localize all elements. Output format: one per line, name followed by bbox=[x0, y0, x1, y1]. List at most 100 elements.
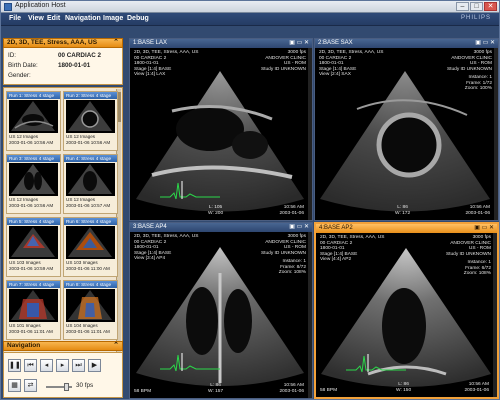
viewport-header: 4:BASE AP2 ▣ ▭ ✕ bbox=[316, 224, 497, 233]
minimize-button[interactable]: – bbox=[456, 2, 469, 11]
gender-label: Gender: bbox=[8, 72, 31, 79]
thumbnail-count: US 12 Images bbox=[9, 134, 39, 139]
fps-slider[interactable] bbox=[46, 383, 72, 391]
thumbnail-image bbox=[66, 100, 115, 133]
previous-frame-button[interactable]: ◂ bbox=[40, 359, 53, 372]
sync-button[interactable]: ⇄ bbox=[24, 379, 37, 392]
patient-id-row: ID: 00 CARDIAC 2 bbox=[8, 52, 101, 59]
ultrasound-image[interactable] bbox=[318, 234, 495, 396]
thumbnail-run-2[interactable]: Run 2: Stress 4 stage US 12 Images 2003-… bbox=[63, 91, 118, 151]
thumbnail-run-1[interactable]: Run 1: Stress 4 stage US 12 Images 2003-… bbox=[6, 91, 61, 151]
navigation-panel: ❚❚ ⏮ ◂ ▸ ⏭ ▶ ▦ ⇄ 30 fps bbox=[3, 352, 123, 398]
thumbnail-count: US 12 Images bbox=[9, 197, 39, 202]
menu-navigation[interactable]: Navigation bbox=[65, 15, 101, 22]
ecg-trace bbox=[346, 352, 406, 379]
overlay-bottom-center: L: 86 W: 172 bbox=[395, 205, 411, 216]
viewport-scrollbar[interactable] bbox=[308, 232, 312, 398]
patient-id: 00 CARDIAC 2 bbox=[58, 52, 102, 59]
thumbnail-title: Run 4: Stress 4 stage bbox=[64, 155, 117, 162]
thumbnail-count: US 12 Images bbox=[66, 134, 96, 139]
patient-header[interactable]: 2D, 3D, TEE, Stress, AAA, US ⌃ bbox=[3, 38, 123, 48]
menu-file[interactable]: File bbox=[9, 15, 21, 22]
navigation-header[interactable]: Navigation ⌃ bbox=[3, 341, 123, 351]
menu-debug[interactable]: Debug bbox=[127, 15, 149, 22]
viewport-header: 3:BASE AP4 ▣ ▭ ✕ bbox=[130, 223, 312, 232]
menu-view[interactable]: View bbox=[28, 15, 44, 22]
first-frame-button[interactable]: ⏮ bbox=[24, 359, 37, 372]
patient-info: ID: 00 CARDIAC 2 Birth Date: 1800-01-01 Ge… bbox=[3, 48, 123, 85]
viewport-window-controls[interactable]: ▣ ▭ ✕ bbox=[475, 39, 495, 48]
thumbnail-title: Run 2: Stress 4 stage bbox=[64, 92, 117, 99]
thumbnail-count: US 101 Images bbox=[9, 323, 41, 328]
viewport-scrollbar[interactable] bbox=[308, 48, 312, 220]
patient-header-label: 2D, 3D, TEE, Stress, AAA, US bbox=[7, 39, 98, 46]
app-icon bbox=[4, 3, 12, 11]
viewport-window-controls[interactable]: ▣ ▭ ✕ bbox=[289, 223, 309, 232]
next-frame-button[interactable]: ▸ bbox=[56, 359, 69, 372]
layout-button[interactable]: ▦ bbox=[8, 379, 21, 392]
viewport-2[interactable]: 2:BASE SAX ▣ ▭ ✕ 2D, 3D, TEE, Stress, AAA… bbox=[314, 38, 499, 221]
ultrasound-image[interactable] bbox=[132, 233, 308, 397]
overlay-bottom-right: 10:56 AM 2003-01-06 bbox=[279, 205, 304, 216]
menu-image[interactable]: Image bbox=[103, 15, 123, 22]
fps-value: 30 fps bbox=[76, 382, 94, 389]
thumbnail-date: 2003-01-06 10:57 AM bbox=[66, 203, 111, 208]
cine-loop-button[interactable]: ▶ bbox=[88, 359, 101, 372]
thumbnail-image bbox=[9, 100, 58, 133]
ecg-trace bbox=[160, 351, 220, 378]
viewport-scrollbar[interactable] bbox=[494, 48, 498, 220]
thumbnail-image bbox=[9, 289, 58, 322]
viewport-header: 2:BASE SAX ▣ ▭ ✕ bbox=[315, 39, 498, 48]
collapse-icon[interactable]: ⌃ bbox=[113, 342, 119, 350]
overlay-bottom-right: 10:56 AM 2003-01-06 bbox=[465, 205, 490, 216]
thumbnail-title: Run 5: Stress 4 stage bbox=[7, 218, 60, 225]
viewport-1[interactable]: 1:BASE LAX ▣ ▭ ✕ 2D, 3D, TEE, Stress, AAA… bbox=[129, 38, 313, 221]
menu-bar: File View Edit Navigation Image Debug PH… bbox=[1, 13, 499, 26]
thumbnail-date: 2003-01-06 11:01 AM bbox=[66, 329, 110, 334]
thumbnail-title: Run 1: Stress 4 stage bbox=[7, 92, 60, 99]
thumbnail-date: 2003-01-06 10:59 AM bbox=[9, 266, 54, 271]
viewport-label: 3:BASE AP4 bbox=[133, 224, 167, 230]
birth-date-label: Birth Date: bbox=[8, 62, 38, 69]
ultrasound-image[interactable] bbox=[317, 49, 494, 219]
thumbnail-count: US 12 Images bbox=[66, 197, 96, 202]
viewport-window-controls[interactable]: ▣ ▭ ✕ bbox=[289, 39, 309, 48]
viewport-header: 1:BASE LAX ▣ ▭ ✕ bbox=[130, 39, 312, 48]
maximize-button[interactable]: □ bbox=[470, 2, 483, 11]
thumbnail-title: Run 3: Stress 4 stage bbox=[7, 155, 60, 162]
thumbnail-run-4[interactable]: Run 4: Stress 4 stage US 12 Images 2003-… bbox=[63, 154, 118, 214]
collapse-icon[interactable]: ⌃ bbox=[113, 39, 119, 47]
patient-birth-row: Birth Date: 1800-01-01 bbox=[8, 62, 90, 69]
viewport-3[interactable]: 3:BASE AP4 ▣ ▭ ✕ 2D, 3D, TEE, Stress, AAA… bbox=[129, 222, 313, 399]
menu-edit[interactable]: Edit bbox=[47, 15, 60, 22]
viewport-label: 1:BASE LAX bbox=[133, 40, 168, 46]
viewport-window-controls[interactable]: ▣ ▭ ✕ bbox=[474, 224, 494, 233]
thumbnail-run-7[interactable]: Run 7: Stress 4 stage US 101 Images 2003… bbox=[6, 280, 61, 340]
ultrasound-image[interactable] bbox=[132, 49, 308, 219]
thumbnail-title: Run 6: Stress 4 stage bbox=[64, 218, 117, 225]
thumbnail-image bbox=[66, 226, 115, 259]
viewport-4[interactable]: 4:BASE AP2 ▣ ▭ ✕ 2D, 3D, TEE, Stress, AAA… bbox=[314, 222, 499, 399]
thumbnail-date: 2003-01-06 11:00 AM bbox=[66, 266, 110, 271]
fps-slider-handle[interactable] bbox=[64, 383, 69, 391]
thumbnail-run-6[interactable]: Run 6: Stress 4 stage US 103 Images 2003… bbox=[63, 217, 118, 277]
thumbnail-run-5[interactable]: Run 5: Stress 4 stage US 103 Images 2003… bbox=[6, 217, 61, 277]
thumbnail-date: 2003-01-06 10:56 AM bbox=[9, 140, 54, 145]
pause-button[interactable]: ❚❚ bbox=[8, 359, 21, 372]
thumbnail-date: 2003-01-06 10:56 AM bbox=[66, 140, 111, 145]
application-window: Application Host – □ ✕ File View Edit Na… bbox=[0, 0, 500, 400]
viewport-label: 2:BASE SAX bbox=[318, 40, 353, 46]
overlay-bottom-right: 10:56 AM 2003-01-06 bbox=[464, 382, 489, 393]
thumbnail-run-8[interactable]: Run 8: Stress 4 stage US 104 Images 2003… bbox=[63, 280, 118, 340]
viewport-scrollbar[interactable] bbox=[493, 233, 497, 397]
title-bar[interactable]: Application Host – □ ✕ bbox=[1, 1, 499, 13]
thumbnail-strip[interactable]: Run 1: Stress 4 stage US 12 Images 2003-… bbox=[3, 87, 123, 357]
thumbnail-run-3[interactable]: Run 3: Stress 4 stage US 12 Images 2003-… bbox=[6, 154, 61, 214]
thumbnail-count: US 103 Images bbox=[66, 260, 98, 265]
patient-gender-row: Gender: bbox=[8, 72, 31, 79]
last-frame-button[interactable]: ⏭ bbox=[72, 359, 85, 372]
thumbnail-image bbox=[66, 163, 115, 196]
thumbnail-date: 2003-01-06 11:01 AM bbox=[9, 329, 53, 334]
overlay-bottom-center: L: 86 W: 157 bbox=[208, 383, 224, 394]
close-button[interactable]: ✕ bbox=[484, 2, 497, 11]
